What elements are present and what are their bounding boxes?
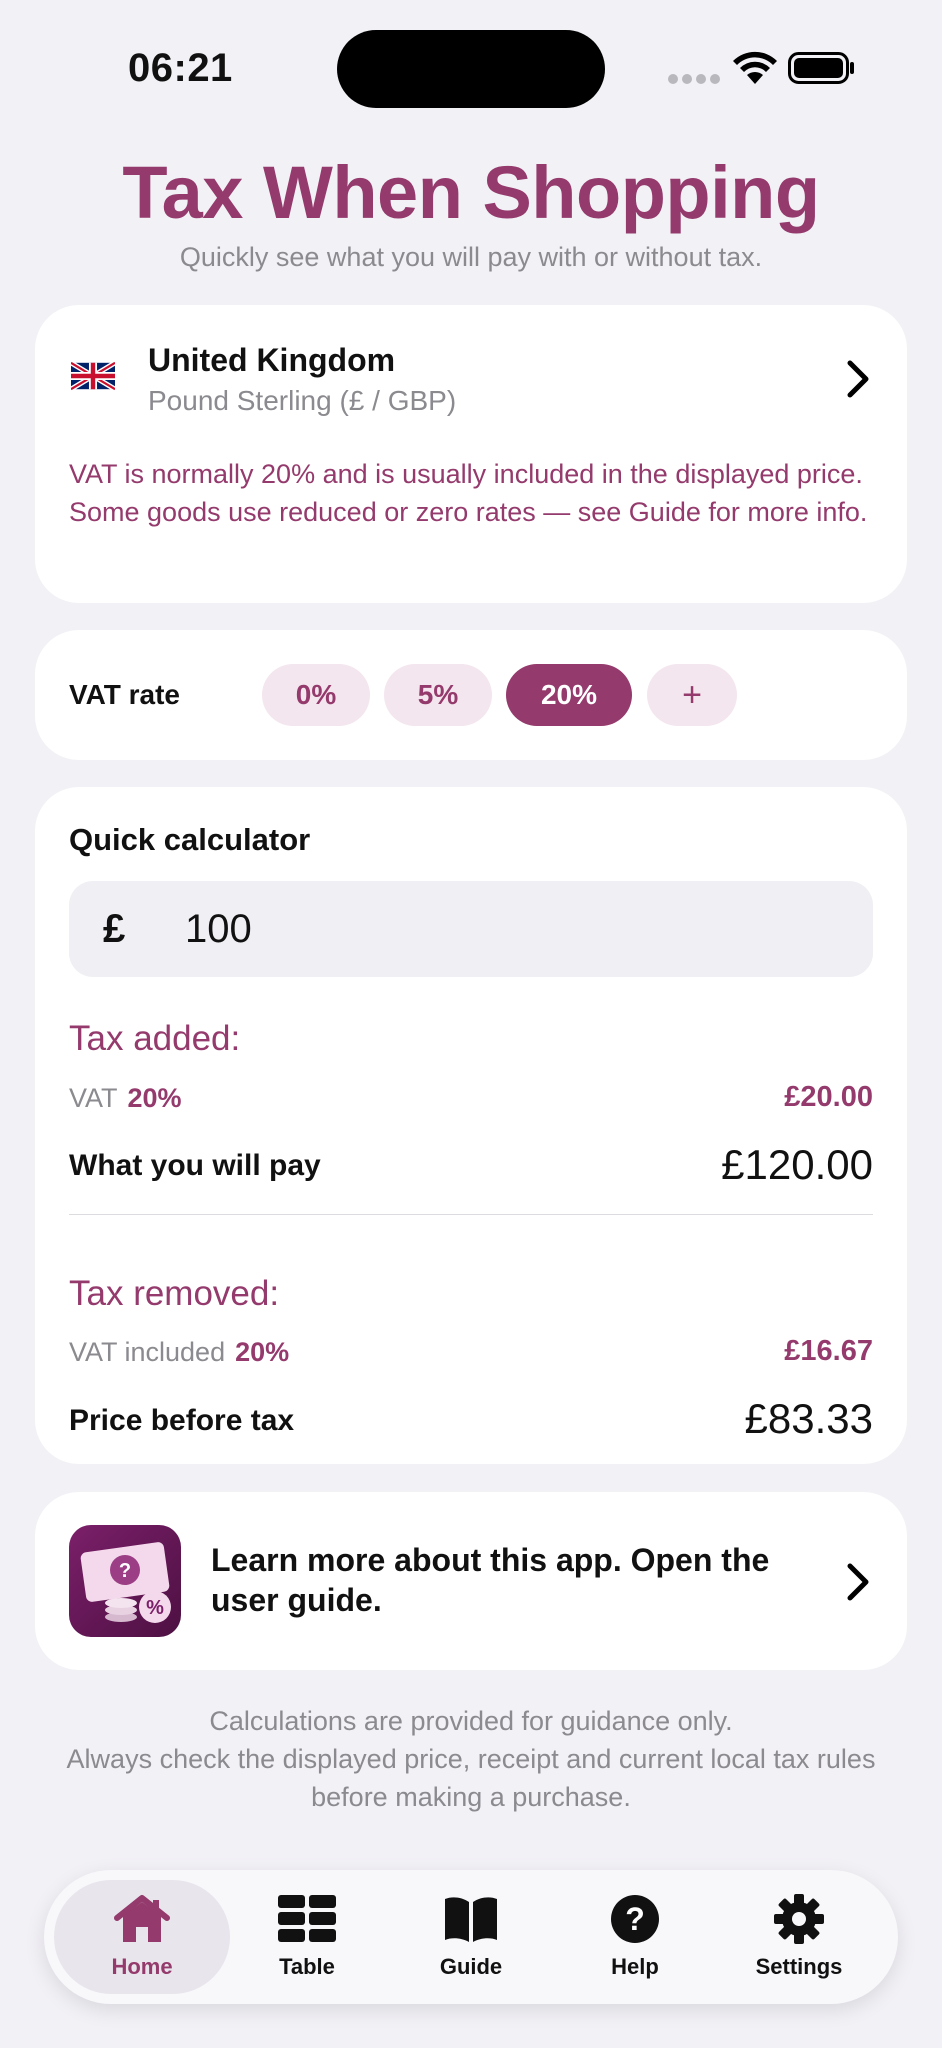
vat-rate-chip-0[interactable]: 0% (262, 664, 370, 726)
vat-label: VAT (69, 1083, 118, 1113)
chevron-right-icon[interactable] (845, 1562, 871, 1602)
wifi-icon (733, 51, 777, 84)
home-icon (114, 1895, 170, 1942)
status-bar: 06:21 (0, 0, 942, 140)
dynamic-island (337, 30, 605, 108)
price-before-tax-value: £83.33 (744, 1395, 873, 1442)
price-before-tax-label: Price before tax (69, 1404, 295, 1437)
country-name: United Kingdom (148, 342, 396, 378)
battery-icon (788, 52, 854, 84)
user-guide-card[interactable]: ? % Learn more about this app. Open the … (35, 1492, 907, 1670)
disclaimer: Calculations are provided for guidance o… (40, 1702, 902, 1816)
vat-added-row-label: VAT 20% (69, 1083, 182, 1114)
tab-label: Help (611, 1954, 659, 1979)
page-subtitle: Quickly see what you will pay with or wi… (179, 242, 763, 272)
country-selector-card[interactable]: United Kingdom Pound Sterling (£ / GBP) … (35, 305, 907, 603)
tab-label: Home (111, 1954, 173, 1979)
vat-rate-value: 20% (127, 1083, 182, 1113)
tab-table[interactable]: Table (219, 1880, 395, 1994)
status-time: 06:21 (128, 46, 233, 90)
amount-input[interactable]: £ 100 (69, 881, 873, 977)
svg-text:%: % (146, 1597, 164, 1619)
chevron-right-icon[interactable] (845, 359, 871, 399)
currency-name: Pound Sterling (£ / GBP) (148, 385, 457, 416)
cellular-signal-icon (668, 74, 720, 84)
vat-rate-card: VAT rate 0% 5% 20% + (35, 630, 907, 760)
vat-included-amount: £16.67 (784, 1335, 873, 1367)
disclaimer-line-1: Calculations are provided for guidance o… (209, 1706, 733, 1736)
vat-included-row-label: VAT included 20% (69, 1337, 289, 1368)
book-icon (445, 1897, 497, 1942)
currency-symbol: £ (103, 907, 126, 951)
what-you-will-pay-value: £120.00 (721, 1141, 873, 1188)
svg-text:?: ? (119, 1560, 131, 1582)
tab-bar: Home Table Guide ? Help Settings (44, 1870, 898, 2004)
gear-icon (774, 1894, 824, 1944)
vat-included-label: VAT included (69, 1337, 226, 1367)
svg-text:?: ? (625, 1901, 645, 1937)
uk-flag-icon (71, 360, 115, 392)
tax-added-title: Tax added: (69, 1019, 241, 1058)
vat-added-amount: £20.00 (784, 1081, 873, 1113)
tab-home[interactable]: Home (54, 1880, 230, 1994)
tab-label: Guide (439, 1954, 503, 1979)
help-icon: ? (611, 1895, 659, 1943)
what-you-will-pay-label: What you will pay (69, 1149, 321, 1182)
tax-removed-title: Tax removed: (69, 1274, 280, 1313)
vat-info-note: VAT is normally 20% and is usually inclu… (69, 459, 868, 527)
user-guide-text[interactable]: Learn more about this app. Open the user… (211, 1540, 771, 1620)
table-icon (278, 1895, 336, 1942)
quick-calculator-card: Quick calculator £ 100 Tax added: VAT 20%… (35, 787, 907, 1464)
amount-value[interactable]: 100 (185, 907, 252, 952)
tab-settings[interactable]: Settings (711, 1880, 887, 1994)
tab-label: Settings (755, 1954, 843, 1979)
tab-help[interactable]: ? Help (547, 1880, 723, 1994)
calculator-title: Quick calculator (69, 822, 311, 857)
tab-label: Table (279, 1954, 335, 1979)
tab-guide[interactable]: Guide (383, 1880, 559, 1994)
app-guide-icon: ? % (69, 1525, 181, 1637)
disclaimer-line-2: Always check the displayed price, receip… (66, 1744, 876, 1812)
vat-rate-label: VAT rate (69, 679, 180, 710)
divider (69, 1214, 873, 1215)
vat-included-rate: 20% (235, 1337, 290, 1367)
page-title: Tax When Shopping (122, 151, 820, 234)
vat-rate-chip-20[interactable]: 20% (506, 664, 632, 726)
vat-rate-chip-5[interactable]: 5% (384, 664, 492, 726)
add-rate-button[interactable]: + (647, 664, 737, 726)
